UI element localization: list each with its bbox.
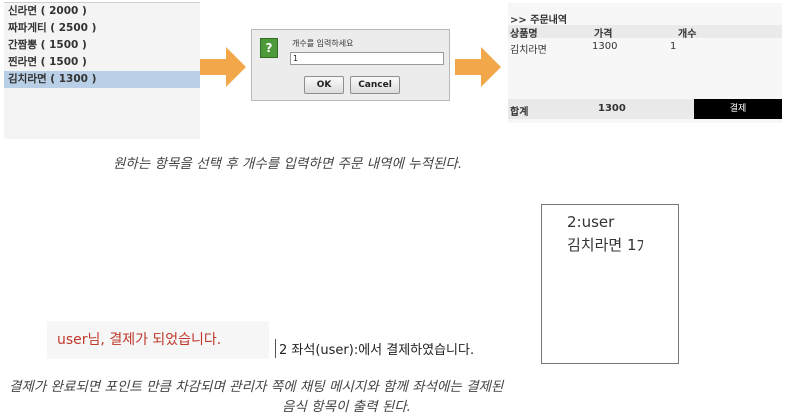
seat-user-line: 2:user — [567, 213, 615, 231]
question-icon: ? — [260, 38, 278, 58]
admin-chat-message: 2 좌석(user):에서 결제하였습니다. — [275, 339, 474, 358]
row-item-price: 1300 — [592, 41, 618, 52]
column-header-count: 개수 — [678, 29, 697, 40]
column-header-name: 상품명 — [510, 29, 538, 40]
total-value: 1300 — [598, 103, 626, 114]
order-title: >> 주문내역 — [510, 15, 568, 26]
right-arrow-icon — [200, 47, 246, 87]
caption-bottom-line2: 음식 항목이 출력 된다. — [282, 399, 411, 415]
menu-item[interactable]: 간짬뽕 ( 1500 ) — [4, 37, 200, 54]
menu-item[interactable]: 찐라면 ( 1500 ) — [4, 54, 200, 71]
row-item-name: 김치라면 — [510, 45, 547, 56]
dialog-label: 개수를 입력하세요 — [292, 39, 354, 48]
table-row[interactable]: 김치라면 1300 1 — [508, 41, 782, 56]
right-arrow-icon — [455, 47, 501, 87]
seat-order-line: 김치라면 1ﾌ — [567, 236, 645, 254]
quantity-dialog: ? 개수를 입력하세요 1 OK Cancel — [251, 29, 450, 101]
order-panel: >> 주문내역 상품명 가격 개수 김치라면 1300 1 합계 1300 결제 — [508, 3, 782, 123]
pay-button[interactable]: 결제 — [694, 99, 782, 119]
ok-button[interactable]: OK — [304, 76, 344, 94]
menu-item[interactable]: 짜파게티 ( 2500 ) — [4, 20, 200, 37]
column-header-price: 가격 — [594, 29, 613, 40]
quantity-input[interactable]: 1 — [290, 52, 444, 65]
menu-list: 신라면 ( 2000 ) 짜파게티 ( 2500 ) 간짬뽕 ( 1500 ) … — [4, 2, 200, 139]
caption-bottom-line1: 결제가 완료되면 포인트 만큼 차감되며 관리자 쪽에 채팅 메시지와 함께 좌… — [9, 379, 504, 395]
menu-item-selected[interactable]: 김치라면 ( 1300 ) — [4, 71, 200, 88]
row-item-count: 1 — [670, 41, 677, 52]
order-table-header: 상품명 가격 개수 — [508, 25, 782, 40]
menu-item[interactable]: 신라면 ( 2000 ) — [4, 3, 200, 20]
seat-display: 2:user 김치라면 1ﾌ — [541, 204, 679, 364]
total-label: 합계 — [510, 107, 529, 118]
payment-complete-message: user님, 결제가 되었습니다. — [47, 321, 269, 359]
cancel-button[interactable]: Cancel — [350, 76, 400, 94]
caption-top: 원하는 항목을 선택 후 개수를 입력하면 주문 내역에 누적된다. — [113, 156, 463, 172]
